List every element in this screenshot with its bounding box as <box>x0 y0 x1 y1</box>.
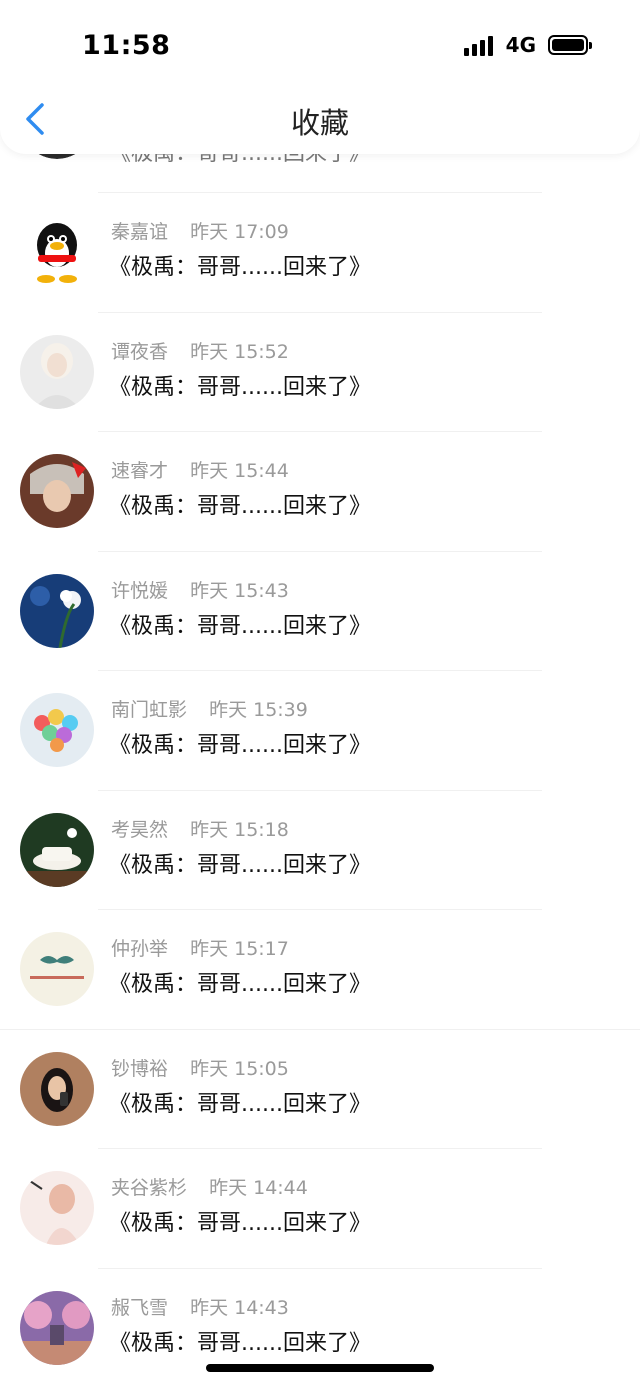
timestamp: 昨天 14:44 <box>209 1177 308 1199</box>
list-item-meta: 南门虹影 昨天 15:39 <box>111 695 308 722</box>
user-name: 仲孙举 <box>111 938 169 960</box>
list-item-content: 《极禹：哥哥......回来了》 <box>109 1330 371 1356</box>
avatar <box>20 454 94 528</box>
list-item-meta: 许悦媛 昨天 15:43 <box>111 576 289 603</box>
list-item[interactable]: 仲孙举 昨天 15:17 《极禹：哥哥......回来了》 <box>0 910 640 1030</box>
favorites-list: 《极禹：哥哥......回来了》 秦嘉谊 昨天 17:09 《极禹：哥哥....… <box>0 85 640 1387</box>
user-name: 考昊然 <box>111 818 169 841</box>
avatar <box>20 932 94 1006</box>
user-name: 速睿才 <box>111 460 169 482</box>
timestamp: 昨天 14:43 <box>190 1296 289 1319</box>
signal-icon <box>463 34 496 56</box>
battery-icon <box>548 35 592 55</box>
timestamp: 昨天 15:44 <box>190 460 289 482</box>
list-item-meta: 仲孙举 昨天 15:17 <box>111 934 289 961</box>
list-item-meta: 考昊然 昨天 15:18 <box>111 815 289 842</box>
status-indicators: 4G <box>463 33 592 57</box>
list-item-meta: 秦嘉谊 昨天 17:09 <box>111 217 289 244</box>
timestamp: 昨天 15:18 <box>190 818 289 841</box>
list-item[interactable]: 南门虹影 昨天 15:39 《极禹：哥哥......回来了》 <box>0 671 640 791</box>
page-title: 收藏 <box>290 106 349 140</box>
list-item-meta: 赧飞雪 昨天 14:43 <box>111 1293 289 1320</box>
avatar <box>20 1171 94 1245</box>
timestamp: 昨天 17:09 <box>190 221 289 243</box>
list-item[interactable]: 夹谷紫杉 昨天 14:44 《极禹：哥哥......回来了》 <box>0 1149 640 1269</box>
user-name: 秦嘉谊 <box>111 221 169 243</box>
list-item-content: 《极禹：哥哥......回来了》 <box>109 494 371 519</box>
list-item-content: 《极禹：哥哥......回来了》 <box>109 374 371 400</box>
list-item-content: 《极禹：哥哥......回来了》 <box>109 972 371 997</box>
list-item[interactable]: 秦嘉谊 昨天 17:09 《极禹：哥哥......回来了》 <box>0 193 640 313</box>
list-item-content: 《极禹：哥哥......回来了》 <box>109 733 371 758</box>
network-label: 4G <box>505 33 536 57</box>
home-indicator[interactable] <box>206 1364 434 1372</box>
avatar <box>20 1290 94 1365</box>
timestamp: 昨天 15:39 <box>209 699 308 721</box>
list-item-meta: 速睿才 昨天 15:44 <box>111 456 289 483</box>
user-name: 谭夜香 <box>111 340 169 363</box>
list-item-content: 《极禹：哥哥......回来了》 <box>109 852 371 878</box>
avatar <box>20 1051 94 1126</box>
list-item[interactable]: 许悦媛 昨天 15:43 《极禹：哥哥......回来了》 <box>0 552 640 671</box>
list-item[interactable]: 考昊然 昨天 15:18 《极禹：哥哥......回来了》 <box>0 791 640 910</box>
user-name: 夹谷紫杉 <box>111 1177 188 1199</box>
list-item[interactable]: 钞博裕 昨天 15:05 《极禹：哥哥......回来了》 <box>0 1030 640 1149</box>
avatar <box>20 573 94 648</box>
avatar <box>20 812 94 887</box>
list-item[interactable]: 谭夜香 昨天 15:52 《极禹：哥哥......回来了》 <box>0 313 640 432</box>
nav-header: 11:58 4G 收藏 <box>0 0 640 154</box>
list-item-content: 《极禹：哥哥......回来了》 <box>109 1211 371 1236</box>
list-item-meta: 钞博裕 昨天 15:05 <box>111 1054 289 1081</box>
timestamp: 昨天 15:05 <box>190 1057 289 1080</box>
avatar <box>20 334 94 409</box>
timestamp: 昨天 15:43 <box>190 579 289 602</box>
list-item-meta: 夹谷紫杉 昨天 14:44 <box>111 1173 308 1200</box>
status-time: 11:58 <box>82 30 171 61</box>
avatar <box>20 693 94 767</box>
user-name: 南门虹影 <box>111 699 188 721</box>
user-name: 许悦媛 <box>111 579 169 602</box>
user-name: 赧飞雪 <box>111 1296 169 1319</box>
list-item-content: 《极禹：哥哥......回来了》 <box>109 613 371 639</box>
list-item-content: 《极禹：哥哥......回来了》 <box>109 1091 371 1117</box>
list-item[interactable]: 速睿才 昨天 15:44 《极禹：哥哥......回来了》 <box>0 432 640 552</box>
user-name: 钞博裕 <box>111 1057 169 1080</box>
timestamp: 昨天 15:52 <box>190 340 289 363</box>
avatar <box>20 215 94 289</box>
list-item-meta: 谭夜香 昨天 15:52 <box>111 337 289 364</box>
list-item-content: 《极禹：哥哥......回来了》 <box>109 255 371 280</box>
timestamp: 昨天 15:17 <box>190 938 289 960</box>
